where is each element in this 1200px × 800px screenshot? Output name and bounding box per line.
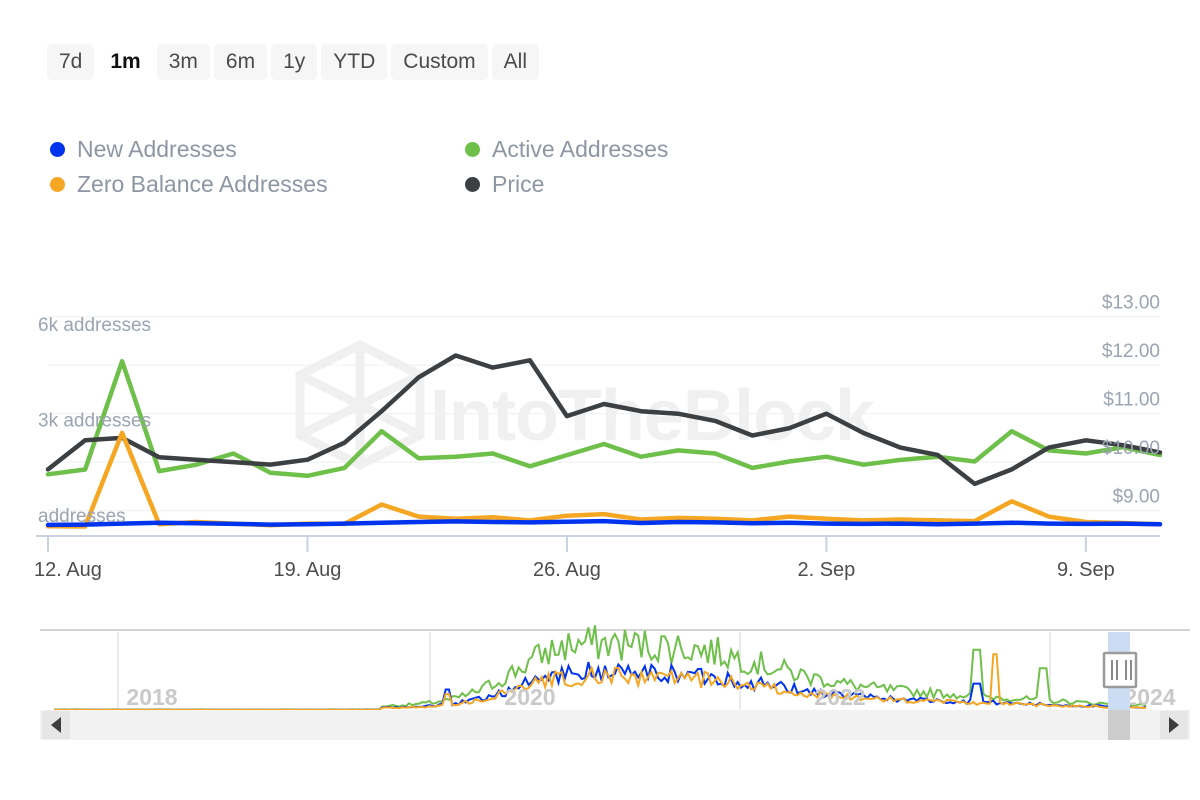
legend-row-1: New Addresses Active Addresses xyxy=(50,132,810,167)
legend-label-price: Price xyxy=(492,173,544,196)
navigator-year-label: 2022 xyxy=(814,684,865,710)
navigator-year-label: 2020 xyxy=(504,684,555,710)
right-axis-tick-label: $10.00 xyxy=(1102,438,1160,459)
navigator-drag-handle[interactable] xyxy=(1104,653,1136,687)
range-selector: 7d1m3m6m1yYTDCustomAll xyxy=(47,44,539,80)
legend-dot-active-addresses xyxy=(465,142,480,157)
x-axis-tick-label: 19. Aug xyxy=(274,559,342,581)
left-axis-tick-label: addresses xyxy=(38,506,126,527)
legend-item-new-addresses[interactable]: New Addresses xyxy=(50,138,465,161)
main-chart[interactable]: IntoTheBlock 6k addresses 3k addresses addr… xyxy=(0,270,1200,590)
right-axis-tick-label: $11.00 xyxy=(1103,390,1160,411)
range-tab-custom[interactable]: Custom xyxy=(391,44,487,80)
x-axis-tick-label: 12. Aug xyxy=(34,559,102,581)
navigator-scrollbar-thumb[interactable] xyxy=(1108,710,1130,740)
legend-item-price[interactable]: Price xyxy=(465,173,544,196)
legend-row-2: Zero Balance Addresses Price xyxy=(50,167,810,202)
left-axis-tick-label: 6k addresses xyxy=(38,315,151,336)
navigator-scroll-left-button[interactable] xyxy=(42,711,70,739)
navigator-scrollbar-track[interactable] xyxy=(40,710,1190,740)
right-axis-tick-label: $13.00 xyxy=(1102,293,1160,314)
range-tab-ytd[interactable]: YTD xyxy=(321,44,387,80)
range-tab-6m[interactable]: 6m xyxy=(214,44,267,80)
chart-page: 7d1m3m6m1yYTDCustomAll New Addresses Act… xyxy=(0,0,1200,800)
left-axis-tick-label: 3k addresses xyxy=(38,410,151,431)
range-tab-1m[interactable]: 1m xyxy=(98,44,152,80)
navigator-year-label: 2018 xyxy=(126,684,177,710)
range-tab-3m[interactable]: 3m xyxy=(157,44,210,80)
range-tab-all[interactable]: All xyxy=(492,44,539,80)
watermark-text: IntoTheBlock xyxy=(430,376,876,456)
right-axis-tick-label: $12.00 xyxy=(1102,341,1160,362)
range-tab-7d[interactable]: 7d xyxy=(47,44,94,80)
legend-label-active-addresses: Active Addresses xyxy=(492,138,668,161)
navigator-scroll-right-button[interactable] xyxy=(1160,711,1188,739)
series-line-new-addresses xyxy=(48,521,1160,525)
legend-dot-price xyxy=(465,177,480,192)
legend-item-zero-balance-addresses[interactable]: Zero Balance Addresses xyxy=(50,173,465,196)
chart-navigator[interactable]: 2018202020222024 xyxy=(40,620,1190,740)
legend-label-zero-balance-addresses: Zero Balance Addresses xyxy=(77,173,328,196)
x-axis-tick-label: 26. Aug xyxy=(533,559,601,581)
navigator-svg: 2018202020222024 xyxy=(40,620,1190,740)
right-axis-tick-label: $9.00 xyxy=(1112,487,1160,508)
range-tab-1y[interactable]: 1y xyxy=(271,44,317,80)
legend-dot-zero-balance-addresses xyxy=(50,177,65,192)
legend-label-new-addresses: New Addresses xyxy=(77,138,237,161)
legend-item-active-addresses[interactable]: Active Addresses xyxy=(465,138,668,161)
legend-dot-new-addresses xyxy=(50,142,65,157)
chart-legend: New Addresses Active Addresses Zero Bala… xyxy=(50,132,810,202)
x-axis-tick-label: 9. Sep xyxy=(1057,559,1115,581)
main-chart-svg: IntoTheBlock 6k addresses 3k addresses addr… xyxy=(0,270,1200,590)
x-axis-tick-label: 2. Sep xyxy=(797,559,855,581)
